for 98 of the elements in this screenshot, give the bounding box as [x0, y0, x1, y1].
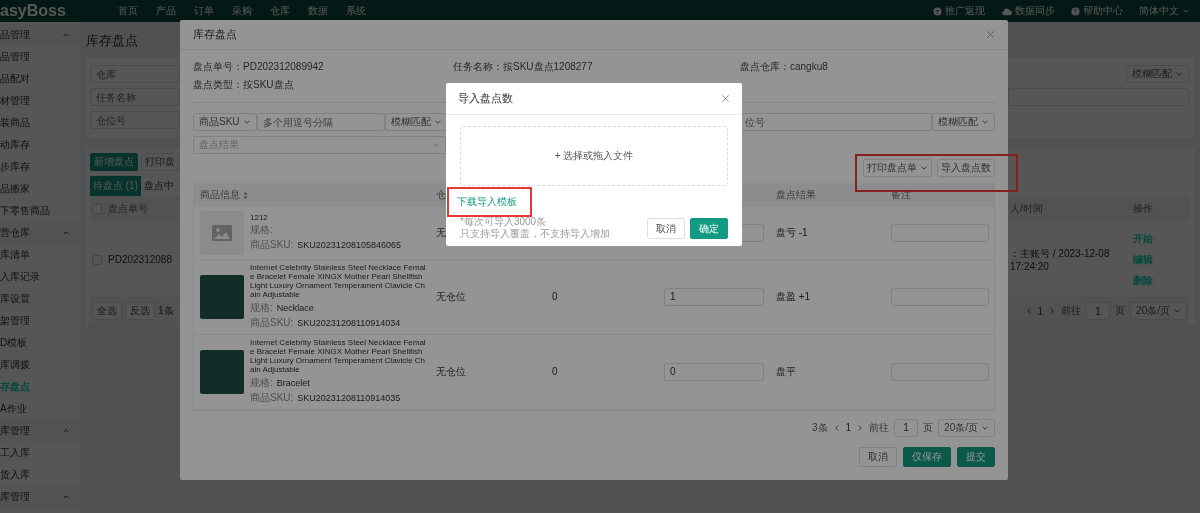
- print-button[interactable]: 打印盘点单: [863, 159, 932, 177]
- chevron-left-icon: [1024, 307, 1033, 315]
- chevron-down-icon: [432, 141, 440, 149]
- table-cell: 盘亏 -1: [776, 226, 808, 240]
- nav-menu-item[interactable]: 采购: [232, 4, 252, 18]
- note-text: *每次可导入3000条: [460, 216, 548, 228]
- chevron-down-icon: [433, 118, 442, 126]
- page-input[interactable]: 1: [1086, 302, 1111, 320]
- match-select[interactable]: 模糊匹配: [932, 113, 995, 131]
- sku-value: SKU20231208105846065: [297, 240, 401, 251]
- chevron-down-icon: [981, 118, 989, 126]
- close-icon[interactable]: [721, 94, 730, 103]
- column-header[interactable]: 商品信息: [200, 188, 248, 202]
- info-text: 盘点类型：按SKU盘点: [193, 78, 295, 92]
- nav-link[interactable]: 推广返现: [933, 4, 985, 18]
- nav-menu-item[interactable]: 数据: [308, 4, 328, 18]
- product-name: Internet Celebrity Stainless Steel Necklace Female Bracelet Female XINGX Mother Pearl Shellfish Light Luxury Ornament Temperament Clavicle Chain Adjustable: [250, 264, 427, 300]
- filter-field[interactable]: [1008, 88, 1189, 106]
- spec-label: 规格:: [250, 375, 273, 390]
- chevron-down-icon: [1173, 307, 1181, 315]
- page-unit: 页: [923, 420, 934, 435]
- spec-value: Bracelet: [276, 377, 310, 388]
- page-title: 库存盘点: [86, 32, 139, 50]
- sidebar-item[interactable]: D模板: [0, 332, 80, 354]
- action-link[interactable]: 编辑: [1133, 252, 1153, 267]
- match-select[interactable]: 模糊匹配: [384, 113, 448, 131]
- goto-label: 前往: [869, 420, 890, 435]
- spec-value: Necklace: [276, 302, 314, 313]
- nav-link[interactable]: 数据同步: [1001, 4, 1055, 18]
- column-header: 盘点结果: [776, 188, 816, 202]
- count-field[interactable]: 1: [664, 287, 764, 306]
- chevron-right-icon: [1048, 307, 1057, 315]
- table-cell: 无仓位: [436, 289, 466, 304]
- info-text: 盘点仓库：cangku8: [740, 60, 829, 74]
- import-button[interactable]: 导入盘点数: [937, 159, 995, 177]
- tab[interactable]: 待盘点 (1): [90, 176, 141, 196]
- product-name: 1212: [250, 213, 269, 223]
- sidebar-item[interactable]: 架管理: [0, 310, 80, 332]
- page-size-select[interactable]: 20条/页: [938, 418, 995, 437]
- close-icon[interactable]: [986, 30, 995, 39]
- table-cell: 无仓位: [436, 364, 466, 379]
- app-logo: asyBoss: [0, 2, 67, 20]
- primary-button[interactable]: 仅保存: [903, 447, 951, 467]
- nav-menu-item[interactable]: 首页: [118, 4, 138, 18]
- default-button[interactable]: 取消: [859, 447, 897, 467]
- count-field[interactable]: 0: [664, 362, 764, 381]
- spec-label: 规格:: [250, 300, 273, 315]
- search-field[interactable]: 多个用逗号分隔: [256, 113, 385, 131]
- chevron-right-icon: [856, 423, 865, 432]
- dialog-title: 导入盘点数: [458, 91, 513, 106]
- nav-menu-item[interactable]: 产品: [156, 4, 176, 18]
- info-text: 盘点单号：PD202312089942: [193, 60, 325, 74]
- dialog-title: 库存盘点: [193, 27, 237, 42]
- table-cell: 无: [436, 226, 446, 240]
- total-count: 3条: [811, 420, 828, 435]
- page-number[interactable]: 1: [845, 422, 852, 434]
- chevron-down-icon: [242, 118, 251, 126]
- info-text: 任务名称：按SKU盘点1208277: [453, 60, 594, 74]
- template-link[interactable]: 下载导入模板: [457, 196, 517, 207]
- note-text: 只支持导入覆盖，不支持导入增加: [460, 227, 610, 239]
- nav-menu-item[interactable]: 仓库: [270, 4, 290, 18]
- primary-button[interactable]: 新增盘点: [90, 153, 138, 171]
- sidebar-item[interactable]: 材管理: [0, 90, 80, 112]
- table-cell: 盘盈 +1: [776, 289, 811, 304]
- image-icon: [212, 225, 232, 241]
- table-cell: PD202312088: [108, 254, 172, 265]
- help-icon: [1071, 6, 1080, 16]
- chevron-down-icon: [1182, 7, 1190, 15]
- page-input[interactable]: 1: [894, 418, 919, 437]
- row-count: 1条: [158, 304, 174, 318]
- circle-icon: [933, 6, 942, 16]
- nav-link[interactable]: 帮助中心: [1071, 4, 1123, 18]
- spec-label: 规格:: [250, 223, 273, 238]
- table-cell: 盘平: [776, 364, 796, 379]
- action-link[interactable]: 开始: [1133, 231, 1153, 246]
- nav-menu-item[interactable]: 订单: [194, 4, 214, 18]
- table-cell: 0: [552, 366, 558, 378]
- page-number[interactable]: 1: [1037, 305, 1044, 317]
- sku-value: SKU20231208110914034: [297, 317, 401, 328]
- primary-button[interactable]: 确定: [690, 218, 728, 239]
- cloud-icon: [1001, 6, 1012, 16]
- sku-value: SKU20231208110914035: [297, 392, 401, 403]
- product-name: Internet Celebrity Stainless Steel Necklace Female Bracelet Female XINGX Mother Pearl Shellfish Light Luxury Ornament Temperament Clavicle Chain Adjustable: [250, 338, 427, 375]
- chevron-down-icon: [1175, 70, 1183, 78]
- default-button[interactable]: 取消: [647, 218, 685, 239]
- sidebar-item[interactable]: A作业: [0, 398, 80, 420]
- sidebar-item[interactable]: 存盘点: [0, 376, 80, 398]
- field-select[interactable]: 商品SKU: [193, 113, 257, 131]
- sort-icon[interactable]: [243, 190, 248, 200]
- chevron-left-icon: [832, 423, 841, 432]
- upload-area[interactable]: + 选择或拖入文件: [460, 126, 728, 186]
- location-field[interactable]: 位号: [739, 113, 932, 131]
- column-header: 仓: [436, 188, 446, 202]
- primary-button[interactable]: 提交: [957, 447, 995, 467]
- nav-menu-item[interactable]: 系统: [346, 4, 366, 18]
- chevron-down-icon: [920, 164, 928, 172]
- action-link[interactable]: 删除: [1133, 273, 1153, 288]
- table-cell: 0: [552, 291, 558, 303]
